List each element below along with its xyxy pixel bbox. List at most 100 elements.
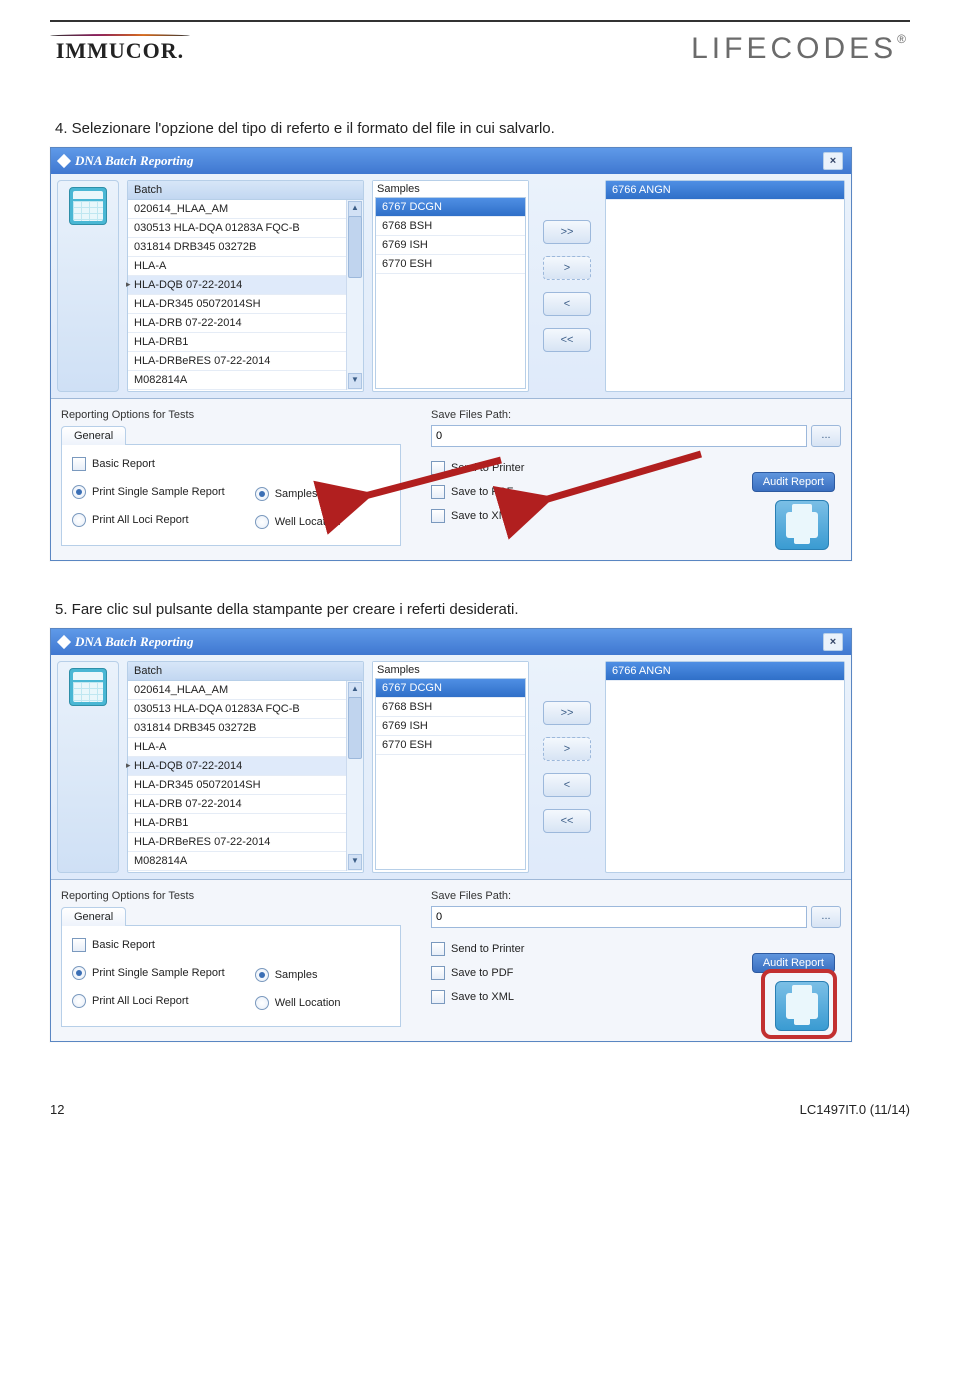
print-single-radio[interactable]: Print Single Sample Report [72,485,225,499]
batch-item[interactable]: 031814 DRB345 03272B [128,719,347,738]
print-all-radio[interactable]: Print All Loci Report [72,513,225,527]
batch-item[interactable]: M082814A [128,371,347,390]
audit-report-button[interactable]: Audit Report [752,472,835,492]
batch-item-selected[interactable]: HLA-DQB 07-22-2014 [128,757,347,776]
well-location-radio[interactable]: Well Location [255,515,341,529]
reporting-options-label: Reporting Options for Tests [61,409,401,421]
save-path-label: Save Files Path: [431,890,841,902]
batch-header: Batch [128,181,363,200]
dna-batch-dialog-1: DNA Batch Reporting × Batch 020614_HLAA_… [50,147,852,561]
batch-item[interactable]: 020614_HLAA_AM [128,200,347,219]
batch-item[interactable]: HLA-A [128,257,347,276]
move-buttons: >> > < << [537,661,597,873]
save-path-input[interactable] [431,425,807,447]
well-location-radio[interactable]: Well Location [255,996,341,1010]
calendar-icon[interactable] [69,187,107,225]
tab-general[interactable]: General [61,426,126,445]
save-path-input[interactable] [431,906,807,928]
scroll-down-icon[interactable]: ▼ [348,373,362,389]
batch-item[interactable]: HLA-DRB1 [128,333,347,352]
basic-report-checkbox[interactable]: Basic Report [72,457,225,471]
print-all-radio[interactable]: Print All Loci Report [72,994,225,1008]
dialog-titlebar[interactable]: DNA Batch Reporting × [51,629,851,655]
print-button[interactable] [775,500,829,550]
selected-sample-item[interactable]: 6766 ANGN [606,662,844,681]
scroll-down-icon[interactable]: ▼ [348,854,362,870]
batch-item[interactable]: HLA-DR345 05072014SH [128,776,347,795]
batch-item[interactable]: HLA-DRBeRES 07-22-2014 [128,352,347,371]
scroll-up-icon[interactable]: ▲ [348,201,362,217]
sample-item-selected[interactable]: 6767 DCGN [376,198,525,217]
print-single-label: Print Single Sample Report [92,486,225,498]
move-one-left-button[interactable]: < [543,773,591,797]
batch-item[interactable]: HLA-DRB1 [128,814,347,833]
batch-item[interactable]: HLA-DRBeRES 07-22-2014 [128,833,347,852]
sample-item[interactable]: 6770 ESH [376,255,525,274]
save-path-label: Save Files Path: [431,409,841,421]
instruction-step-4: 4. Selezionare l'opzione del tipo di ref… [55,120,905,137]
scroll-up-icon[interactable]: ▲ [348,682,362,698]
sample-item[interactable]: 6768 BSH [376,217,525,236]
logo-immucor: IMMUCOR. [50,34,190,64]
basic-report-checkbox[interactable]: Basic Report [72,938,225,952]
selected-samples-panel: 6766 ANGN [605,180,845,392]
well-location-label: Well Location [275,997,341,1009]
batch-item[interactable]: 031814 DRB345 03272B [128,238,347,257]
sample-item[interactable]: 6768 BSH [376,698,525,717]
logo-lifecodes-sup: ® [897,32,910,46]
browse-button[interactable]: ... [811,906,841,928]
print-single-radio[interactable]: Print Single Sample Report [72,966,225,980]
samples-radio[interactable]: Samples [255,487,341,501]
move-all-left-button[interactable]: << [543,328,591,352]
print-button[interactable] [775,981,829,1031]
move-one-right-button[interactable]: > [543,737,591,761]
dialog-title-icon [57,154,71,168]
batch-item[interactable]: 030513 HLA-DQA 01283A FQC-B [128,700,347,719]
logo-lifecodes: LIFECODES® [691,32,910,66]
batch-item-selected[interactable]: HLA-DQB 07-22-2014 [128,276,347,295]
batch-item[interactable]: HLA-A [128,738,347,757]
close-icon[interactable]: × [823,152,843,170]
batch-item[interactable]: 030513 HLA-DQA 01283A FQC-B [128,219,347,238]
scroll-thumb[interactable] [348,216,362,278]
logo-arc [50,34,190,36]
batch-item[interactable]: HLA-DRB 07-22-2014 [128,795,347,814]
batch-item[interactable]: M082814A [128,852,347,871]
dialog-title: DNA Batch Reporting [75,634,193,650]
left-toolstrip [57,180,119,392]
sample-item[interactable]: 6770 ESH [376,736,525,755]
audit-report-button[interactable]: Audit Report [752,953,835,973]
save-to-xml-label: Save to XML [451,510,514,522]
scrollbar[interactable]: ▲ ▼ [346,681,363,871]
samples-radio-label: Samples [275,488,318,500]
move-all-right-button[interactable]: >> [543,701,591,725]
logo-lifecodes-text: LIFECODES [691,32,897,65]
batch-item[interactable]: HLA-DR345 05072014SH [128,295,347,314]
scroll-thumb[interactable] [348,697,362,759]
dialog-title: DNA Batch Reporting [75,153,193,169]
dna-batch-dialog-2: DNA Batch Reporting × Batch 020614_HLAA_… [50,628,852,1042]
instruction-step-5: 5. Fare clic sul pulsante della stampant… [55,601,905,618]
print-all-label: Print All Loci Report [92,514,189,526]
browse-button[interactable]: ... [811,425,841,447]
move-all-right-button[interactable]: >> [543,220,591,244]
samples-list-panel: Samples 6767 DCGN 6768 BSH 6769 ISH 6770… [372,661,529,873]
page-header: IMMUCOR. LIFECODES® [50,20,910,70]
move-one-left-button[interactable]: < [543,292,591,316]
close-icon[interactable]: × [823,633,843,651]
samples-list-panel: Samples 6767 DCGN 6768 BSH 6769 ISH 6770… [372,180,529,392]
printer-icon [786,512,818,538]
calendar-icon[interactable] [69,668,107,706]
move-one-right-button[interactable]: > [543,256,591,280]
sample-item[interactable]: 6769 ISH [376,236,525,255]
scrollbar[interactable]: ▲ ▼ [346,200,363,390]
tab-general[interactable]: General [61,907,126,926]
samples-radio[interactable]: Samples [255,968,341,982]
sample-item-selected[interactable]: 6767 DCGN [376,679,525,698]
move-all-left-button[interactable]: << [543,809,591,833]
batch-item[interactable]: 020614_HLAA_AM [128,681,347,700]
batch-item[interactable]: HLA-DRB 07-22-2014 [128,314,347,333]
dialog-titlebar[interactable]: DNA Batch Reporting × [51,148,851,174]
selected-sample-item[interactable]: 6766 ANGN [606,181,844,200]
sample-item[interactable]: 6769 ISH [376,717,525,736]
